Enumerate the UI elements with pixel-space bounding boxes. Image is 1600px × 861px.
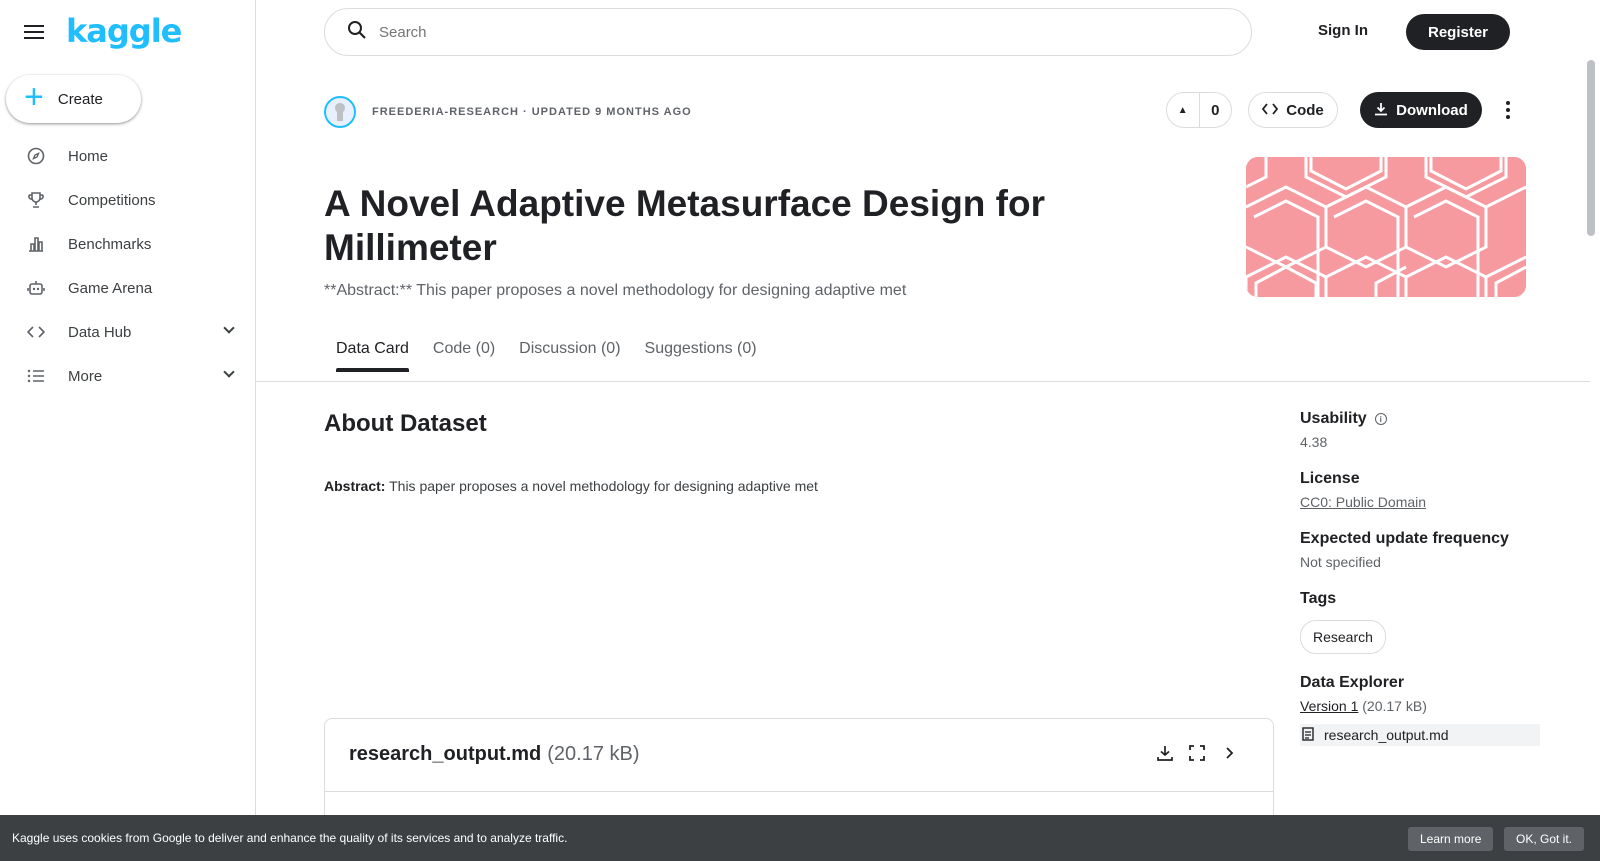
owner-row: FREEDERIA-RESEARCH · UPDATED 9 MONTHS AG…: [324, 96, 692, 128]
sidebar-item-label: Home: [68, 147, 109, 165]
file-actions: [1149, 745, 1245, 766]
page-scrollbar[interactable]: [1587, 60, 1595, 236]
license-label: License: [1300, 470, 1360, 487]
tag-research[interactable]: Research: [1300, 620, 1386, 654]
code-button[interactable]: Code: [1248, 92, 1338, 128]
more-options-icon[interactable]: [1498, 100, 1518, 121]
upvote-arrow-icon[interactable]: ▲: [1167, 93, 1200, 127]
abstract-label: Abstract:: [324, 478, 386, 494]
sidebar-item-label: More: [68, 367, 103, 385]
chevron-down-icon[interactable]: [223, 322, 235, 334]
page-subtitle: **Abstract:** This paper proposes a nove…: [324, 282, 907, 299]
code-icon: [26, 322, 46, 342]
bar-chart-icon: [26, 234, 46, 254]
cover-image: [1246, 157, 1526, 297]
robot-icon: [26, 278, 46, 298]
upvote-button[interactable]: ▲ 0: [1166, 92, 1232, 128]
usability-block: Usability i 4.38: [1300, 410, 1540, 450]
file-title: research_output.md (20.17 kB): [349, 743, 640, 766]
update-frequency-value: Not specified: [1300, 554, 1381, 570]
file-name: research_output.md: [349, 743, 542, 765]
download-button[interactable]: Download: [1360, 92, 1482, 128]
cookie-ok-button[interactable]: OK, Got it.: [1504, 827, 1585, 851]
tags-label: Tags: [1300, 590, 1337, 607]
vote-count: 0: [1211, 101, 1220, 119]
download-icon[interactable]: [1149, 745, 1181, 766]
page-title: A Novel Adaptive Metasurface Design for …: [324, 183, 1045, 268]
data-explorer-block: Data Explorer Version 1 (20.17 kB) resea…: [1300, 674, 1540, 746]
sidebar-item-competitions[interactable]: Competitions: [0, 178, 255, 222]
list-icon: [26, 366, 46, 386]
file-size: (20.17 kB): [547, 743, 640, 765]
tab-code[interactable]: Code (0): [421, 328, 507, 370]
cookie-message: Kaggle uses cookies from Google to deliv…: [12, 831, 568, 845]
sidebar-nav: Home Competitions Benchmarks Game Arena …: [0, 134, 255, 398]
sidebar-item-game-arena[interactable]: Game Arena: [0, 266, 255, 310]
file-icon: [1302, 726, 1314, 744]
tab-data-card[interactable]: Data Card: [324, 328, 421, 372]
file-card-divider: [325, 791, 1273, 792]
register-button[interactable]: Register: [1406, 14, 1510, 50]
data-explorer-label: Data Explorer: [1300, 674, 1405, 691]
abstract-body: This paper proposes a novel methodology …: [385, 478, 818, 494]
update-frequency-label: Expected update frequency: [1300, 530, 1509, 547]
search-icon: [347, 20, 367, 45]
update-frequency-block: Expected update frequency Not specified: [1300, 530, 1540, 570]
sidebar-item-label: Game Arena: [68, 279, 153, 297]
avatar[interactable]: [324, 96, 356, 128]
metadata-sidebar: Usability i 4.38 License CC0: Public Dom…: [1300, 410, 1540, 766]
search-bar[interactable]: [324, 8, 1252, 56]
abstract-text: Abstract: This paper proposes a novel me…: [324, 478, 818, 494]
explorer-file-name: research_output.md: [1324, 727, 1449, 743]
hamburger-menu-icon[interactable]: [24, 22, 48, 42]
license-link[interactable]: CC0: Public Domain: [1300, 494, 1540, 510]
about-heading: About Dataset: [324, 410, 487, 437]
explorer-file-item[interactable]: research_output.md: [1300, 724, 1540, 746]
usability-label: Usability: [1300, 410, 1367, 427]
sidebar-item-label: Benchmarks: [68, 235, 152, 253]
version-size: (20.17 kB): [1358, 698, 1427, 714]
code-label: Code: [1286, 101, 1324, 119]
main-content: FREEDERIA-RESEARCH · UPDATED 9 MONTHS AG…: [256, 64, 1600, 861]
compass-icon: [26, 146, 46, 166]
download-icon: [1374, 102, 1388, 119]
tab-suggestions[interactable]: Suggestions (0): [633, 328, 769, 370]
chevron-down-icon[interactable]: [223, 366, 235, 378]
kaggle-logo[interactable]: kaggle: [66, 12, 182, 50]
learn-more-button[interactable]: Learn more: [1408, 827, 1494, 851]
sidebar-item-home[interactable]: Home: [0, 134, 255, 178]
owner-meta[interactable]: FREEDERIA-RESEARCH · UPDATED 9 MONTHS AG…: [372, 106, 692, 118]
sidebar-item-label: Data Hub: [68, 323, 132, 341]
info-icon[interactable]: i: [1374, 413, 1387, 425]
sidebar-item-more[interactable]: More: [0, 354, 255, 398]
tags-block: Tags Research: [1300, 590, 1540, 654]
top-bar: Sign In Register: [256, 0, 1600, 64]
sidebar: kaggle + Create Home Competitions Benchm…: [0, 0, 256, 861]
license-block: License CC0: Public Domain: [1300, 470, 1540, 510]
download-label: Download: [1396, 101, 1468, 119]
cookie-banner: Kaggle uses cookies from Google to deliv…: [0, 815, 1600, 861]
sign-in-button[interactable]: Sign In: [1318, 22, 1368, 39]
tabs-divider: [256, 381, 1590, 382]
plus-icon: +: [24, 78, 44, 116]
version-link[interactable]: Version 1: [1300, 698, 1358, 714]
trophy-icon: [26, 190, 46, 210]
search-input[interactable]: [379, 23, 1229, 41]
sidebar-item-data-hub[interactable]: Data Hub: [0, 310, 255, 354]
sidebar-item-label: Competitions: [68, 191, 156, 209]
tab-discussion[interactable]: Discussion (0): [507, 328, 632, 370]
code-icon: [1262, 102, 1279, 118]
chevron-right-icon[interactable]: [1213, 745, 1245, 766]
tab-bar: Data Card Code (0) Discussion (0) Sugges…: [324, 328, 769, 372]
create-button[interactable]: + Create: [6, 75, 141, 123]
usability-value: 4.38: [1300, 434, 1328, 450]
fullscreen-icon[interactable]: [1181, 745, 1213, 766]
dataset-actions: ▲ 0 Code Download: [1166, 92, 1518, 128]
create-label: Create: [57, 90, 103, 108]
sidebar-item-benchmarks[interactable]: Benchmarks: [0, 222, 255, 266]
